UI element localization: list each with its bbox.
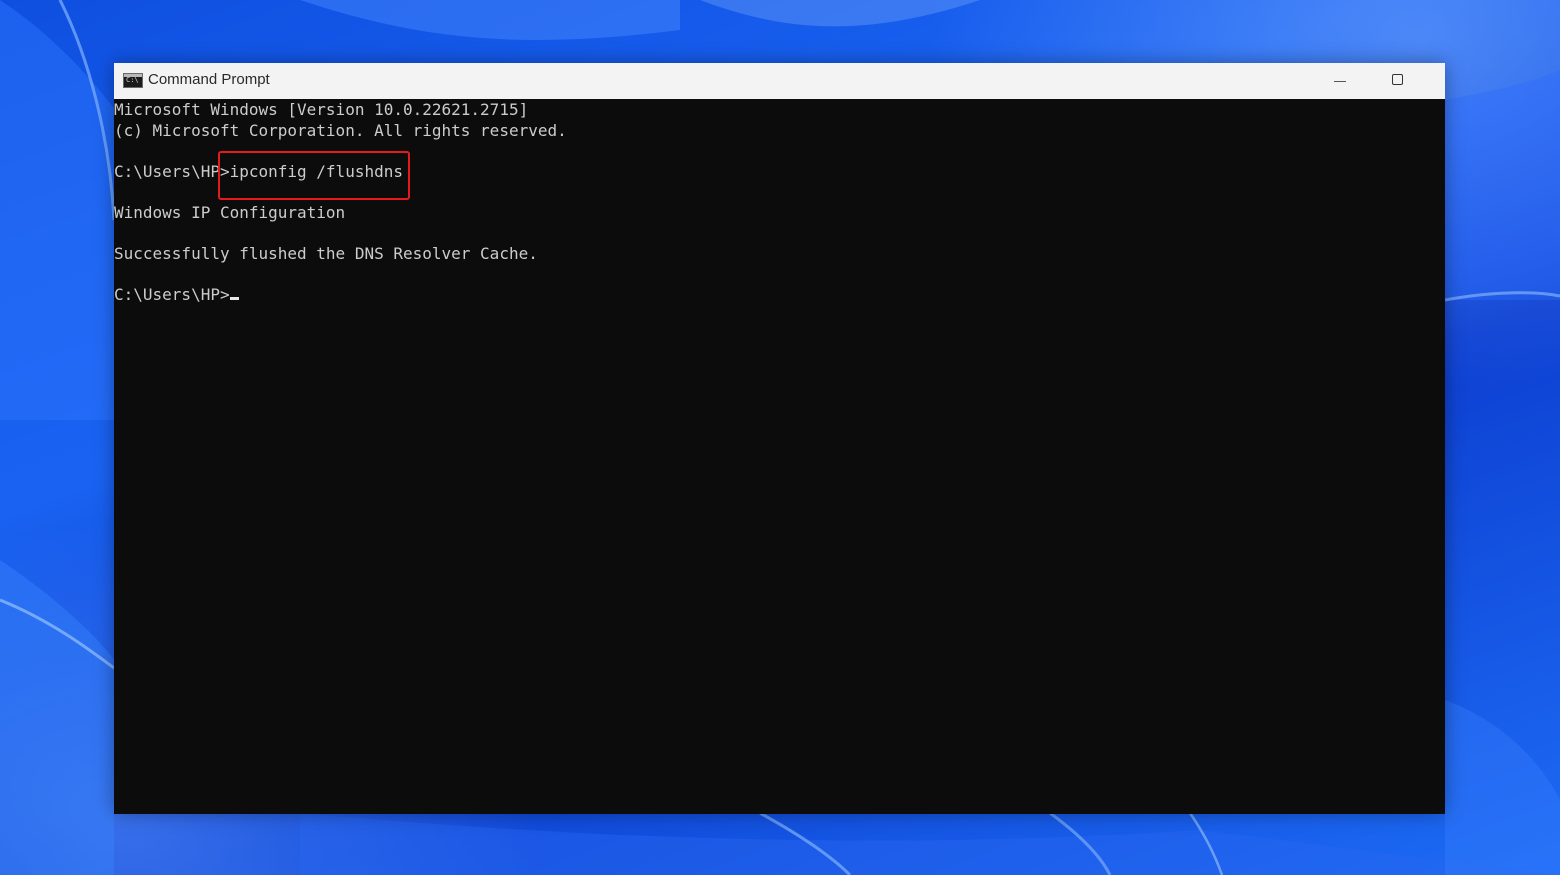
current-input-line[interactable]: C:\Users\HP>: [114, 285, 1445, 306]
command-prompt: C:\Users\HP>: [114, 161, 230, 181]
command-prompt-window[interactable]: C:\ Command Prompt Microsoft Windows [Ve…: [114, 63, 1445, 814]
console-output[interactable]: Microsoft Windows [Version 10.0.22621.27…: [114, 99, 1445, 814]
console-line: (c) Microsoft Corporation. All rights re…: [114, 120, 567, 140]
minimize-button[interactable]: [1311, 63, 1369, 99]
window-title: Command Prompt: [148, 71, 270, 88]
current-prompt: C:\Users\HP>: [114, 284, 230, 304]
maximize-button[interactable]: [1369, 63, 1427, 99]
cmd-app-icon[interactable]: C:\: [123, 73, 143, 88]
text-cursor: [229, 296, 239, 300]
title-bar[interactable]: C:\ Command Prompt: [114, 63, 1445, 99]
console-line: Windows IP Configuration: [114, 202, 346, 222]
console-line: Successfully flushed the DNS Resolver Ca…: [114, 243, 538, 263]
maximize-icon: [1392, 74, 1403, 85]
command-line: C:\Users\HP>ipconfig /flushdns: [114, 150, 1445, 200]
console-line: Microsoft Windows [Version 10.0.22621.27…: [114, 100, 529, 119]
minimize-icon: [1334, 81, 1346, 82]
